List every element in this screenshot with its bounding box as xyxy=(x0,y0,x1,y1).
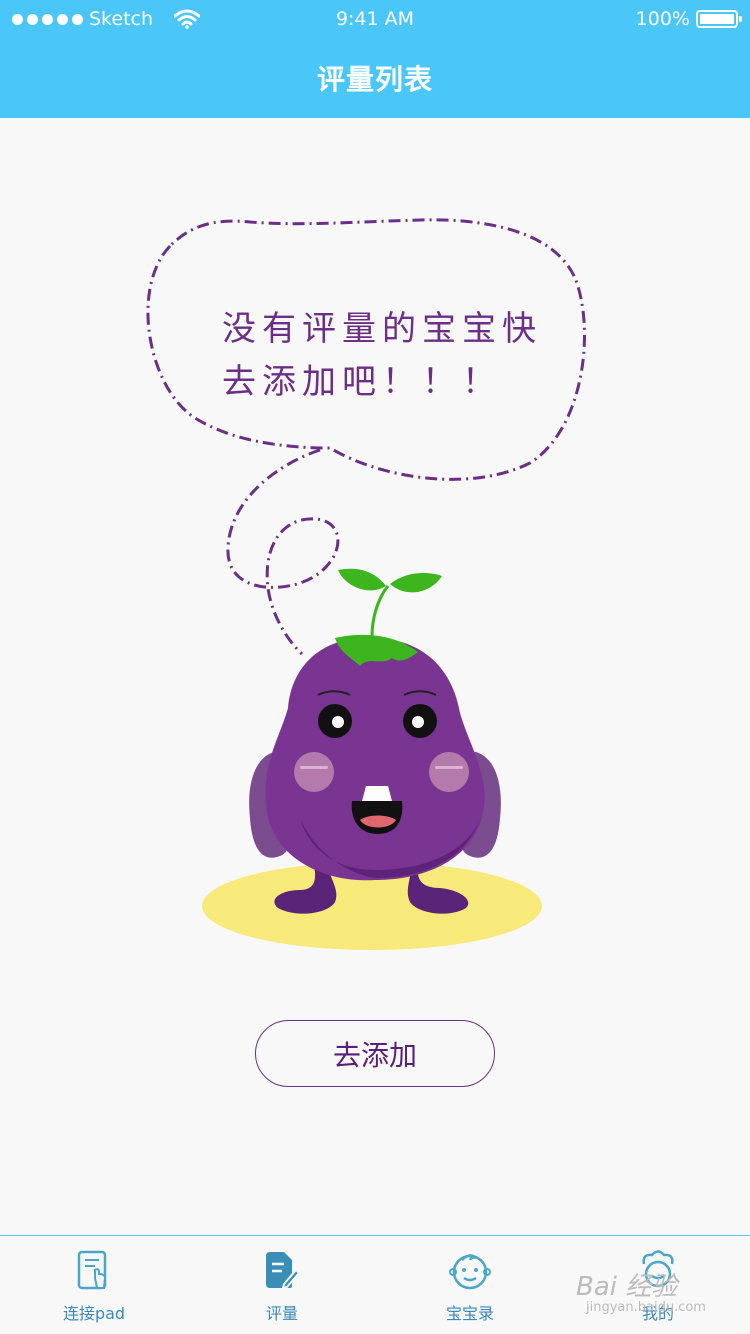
tab-evaluation[interactable]: 评量 xyxy=(188,1236,376,1334)
status-bar: Sketch 9:41 AM 100% xyxy=(0,0,750,40)
tab-baby-record[interactable]: 宝宝录 xyxy=(376,1236,564,1334)
empty-message-line1: 没有评量的宝宝快 xyxy=(222,309,542,349)
go-add-button[interactable]: 去添加 xyxy=(255,1020,495,1087)
header: Sketch 9:41 AM 100% 评量列表 xyxy=(0,0,750,118)
battery-icon xyxy=(696,10,742,28)
watermark-url: jingyan.baidu.com xyxy=(586,1300,706,1315)
battery-indicator: 100% xyxy=(635,8,742,30)
tablet-touch-icon xyxy=(77,1250,111,1296)
watermark-logo: Bai 经验 xyxy=(576,1272,678,1302)
battery-percent: 100% xyxy=(635,8,690,30)
tab-label-evaluation: 评量 xyxy=(265,1304,298,1323)
empty-illustration: 没有评量的宝宝快 去添加吧！！！ xyxy=(0,118,750,998)
page-title: 评量列表 xyxy=(316,63,433,96)
baby-face-icon xyxy=(448,1250,492,1294)
empty-message-line2: 去添加吧！！！ xyxy=(222,362,502,402)
tab-connect-pad[interactable]: 连接pad xyxy=(0,1236,188,1334)
screen: Sketch 9:41 AM 100% 评量列表 没有评量的宝宝快 去添加吧！！… xyxy=(0,0,750,1334)
document-edit-icon xyxy=(264,1250,301,1294)
tab-label-connect-pad: 连接pad xyxy=(62,1304,126,1323)
speech-bubble-icon xyxy=(146,218,586,950)
tab-label-baby-record: 宝宝录 xyxy=(445,1304,494,1323)
